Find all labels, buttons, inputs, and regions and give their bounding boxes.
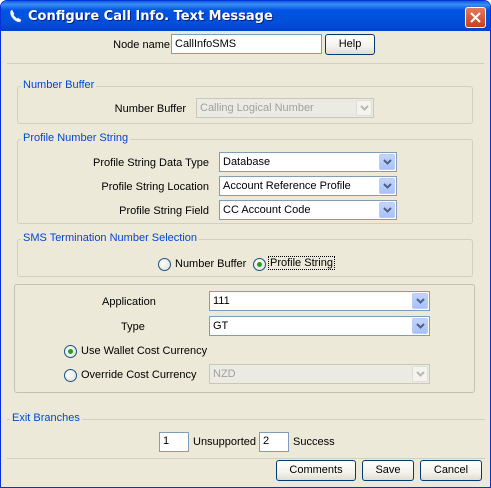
- profile-string-location-select[interactable]: Account Reference Profile: [219, 176, 397, 196]
- number-buffer-radio-label[interactable]: Number Buffer: [175, 258, 246, 270]
- number-buffer-select: Calling Logical Number: [196, 98, 374, 118]
- chevron-down-icon: [412, 366, 428, 382]
- close-button[interactable]: [465, 7, 486, 28]
- number-buffer-radio[interactable]: [158, 258, 171, 271]
- application-label: Application: [102, 296, 156, 308]
- profile-string-data-type-select[interactable]: Database: [219, 152, 397, 172]
- chevron-down-icon[interactable]: [379, 178, 395, 194]
- number-buffer-legend: Number Buffer: [21, 79, 97, 91]
- chevron-down-icon[interactable]: [379, 202, 395, 218]
- help-button[interactable]: Help: [325, 34, 375, 55]
- dialog-window: Configure Call Info. Text Message Node n…: [0, 0, 491, 488]
- node-name-input[interactable]: [171, 34, 322, 54]
- chevron-down-icon: [356, 100, 372, 116]
- override-currency-label[interactable]: Override Cost Currency: [81, 369, 197, 381]
- profile-string-field-label: Profile String Field: [119, 205, 209, 217]
- application-select[interactable]: 111: [209, 291, 430, 311]
- use-wallet-currency-radio[interactable]: [64, 345, 77, 358]
- dialog-content: Node name Help Number Buffer Number Buff…: [4, 31, 487, 486]
- radio-selected-dot: [68, 349, 73, 354]
- profile-string-radio[interactable]: [253, 258, 266, 271]
- phone-icon: [10, 9, 22, 23]
- exit-branch-1-number: 1: [159, 432, 189, 452]
- use-wallet-currency-label[interactable]: Use Wallet Cost Currency: [81, 345, 207, 357]
- chevron-down-icon[interactable]: [412, 318, 428, 334]
- radio-selected-dot: [257, 262, 262, 267]
- number-buffer-label: Number Buffer: [114, 103, 186, 115]
- exit-branches-legend: Exit Branches: [10, 412, 82, 424]
- comments-button[interactable]: Comments: [276, 460, 356, 481]
- save-button[interactable]: Save: [362, 460, 414, 481]
- type-select[interactable]: GT: [209, 316, 430, 336]
- override-currency-radio[interactable]: [64, 369, 77, 382]
- cancel-button[interactable]: Cancel: [420, 460, 482, 481]
- close-icon: [470, 12, 481, 23]
- override-currency-select: NZD: [209, 364, 430, 384]
- profile-string-data-type-label: Profile String Data Type: [93, 157, 209, 169]
- exit-branch-2-name: Success: [293, 436, 335, 448]
- profile-string-field-select[interactable]: CC Account Code: [219, 200, 397, 220]
- chevron-down-icon[interactable]: [412, 293, 428, 309]
- sms-termination-legend: SMS Termination Number Selection: [21, 232, 200, 244]
- exit-branch-2-number: 2: [259, 432, 289, 452]
- profile-string-radio-label[interactable]: Profile String: [268, 256, 335, 270]
- header-divider: [7, 63, 484, 64]
- exit-branch-1-name: Unsupported: [193, 436, 256, 448]
- node-name-label: Node name: [113, 39, 170, 51]
- window-title: Configure Call Info. Text Message: [28, 9, 273, 24]
- chevron-down-icon[interactable]: [379, 154, 395, 170]
- profile-number-string-legend: Profile Number String: [21, 132, 131, 144]
- type-label: Type: [121, 321, 145, 333]
- profile-string-location-label: Profile String Location: [101, 181, 209, 193]
- title-bar[interactable]: Configure Call Info. Text Message: [1, 1, 490, 31]
